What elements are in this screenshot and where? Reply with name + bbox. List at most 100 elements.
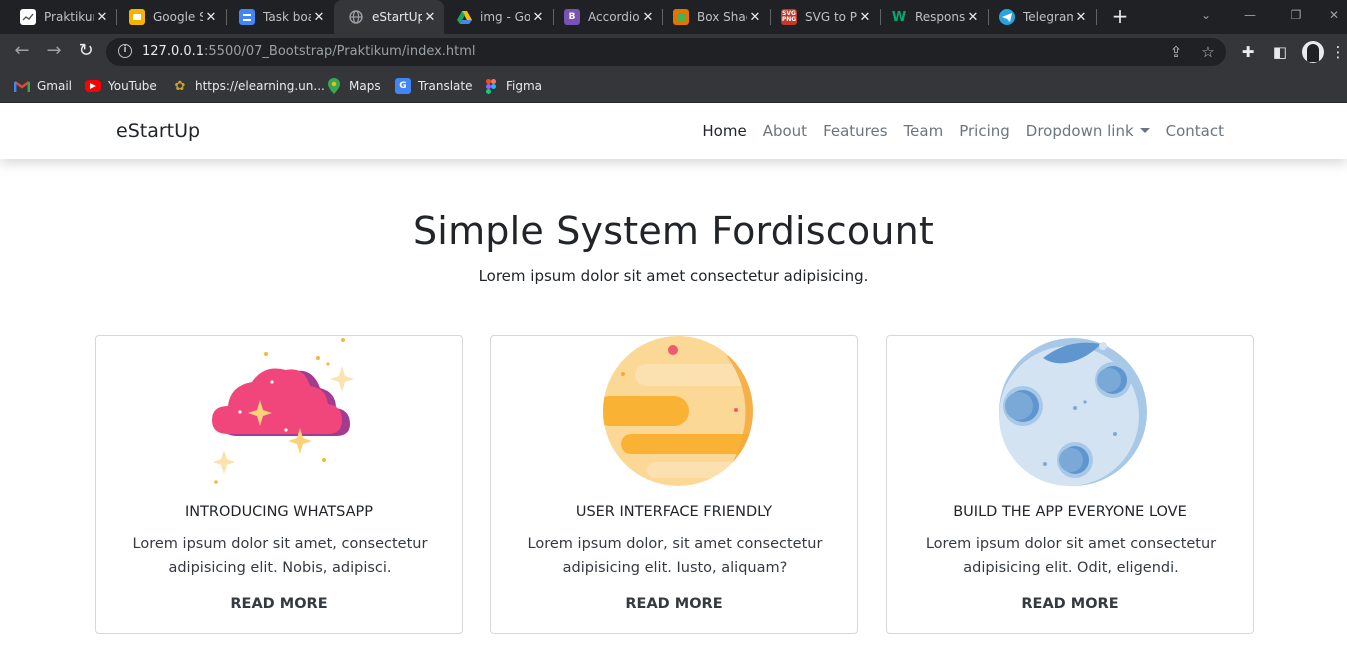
close-icon[interactable]: ✕	[965, 10, 981, 25]
tab-box-shadow[interactable]: Box Shadow ✕	[663, 0, 769, 34]
close-icon[interactable]: ✕	[422, 10, 438, 25]
card-title: BUILD THE APP EVERYONE LOVE	[953, 504, 1187, 520]
planet-illustration	[603, 336, 753, 486]
tab-estartup[interactable]: eStartUp ✕	[334, 0, 444, 34]
browser-toolbar: ← → ↻ i 127.0.0.1:5500/07_Bootstrap/Prak…	[0, 34, 1347, 70]
close-icon[interactable]: ✕	[857, 10, 873, 25]
side-panel-icon[interactable]: ◧	[1270, 42, 1290, 62]
translate-icon: G	[395, 78, 411, 94]
tab-title: Box Shadow	[697, 10, 747, 24]
bookmark-maps[interactable]: Maps	[326, 77, 381, 95]
tab-telegram[interactable]: Telegram ✕	[989, 0, 1095, 34]
moon-illustration	[999, 338, 1147, 486]
tab-task-board[interactable]: Task board ✕	[227, 0, 333, 34]
tab-title: Google Slides	[153, 10, 203, 24]
reload-icon[interactable]: ↻	[74, 40, 98, 64]
card-text: Lorem ipsum dolor sit amet, consectetur …	[132, 536, 428, 576]
close-window-icon[interactable]: ✕	[1324, 0, 1344, 34]
hero-title: Simple System Fordiscount	[412, 209, 934, 253]
close-icon[interactable]: ✕	[640, 10, 656, 25]
url-text[interactable]: 127.0.0.1:5500/07_Bootstrap/Praktikum/in…	[142, 44, 476, 59]
bookmark-figma[interactable]: Figma	[483, 77, 542, 95]
tab-responsive[interactable]: W Responsive ✕	[881, 0, 987, 34]
cloud-sparkle-illustration	[212, 338, 354, 484]
feature-card: BUILD THE APP EVERYONE LOVE Lorem ipsum …	[886, 335, 1254, 634]
profile-avatar[interactable]	[1302, 41, 1324, 63]
tab-strip: Praktikum ✕ Google Slides ✕ Task board ✕…	[0, 0, 1347, 34]
slides-favicon-icon	[129, 9, 145, 25]
read-more-button[interactable]: READ MORE	[96, 596, 462, 612]
forward-arrow-icon[interactable]: →	[42, 40, 66, 64]
tab-title: SVG to PNG	[805, 10, 857, 24]
restore-icon[interactable]: ❐	[1286, 0, 1306, 34]
globe-favicon-icon	[348, 9, 364, 25]
site-navbar: eStartUp Home About Features Team Pricin…	[0, 103, 1347, 159]
feature-card: USER INTERFACE FRIENDLY Lorem ipsum dolo…	[490, 335, 858, 634]
close-icon[interactable]: ✕	[530, 10, 546, 25]
site-info-icon[interactable]: i	[118, 44, 132, 58]
tab-accordion[interactable]: B Accordion ✕	[554, 0, 662, 34]
nav-home[interactable]: Home	[702, 122, 746, 140]
elearning-icon: ✿	[174, 78, 186, 94]
nav-pricing[interactable]: Pricing	[959, 122, 1010, 140]
gmail-icon	[14, 78, 30, 94]
menu-dots-icon[interactable]: ⋮	[1328, 42, 1347, 62]
close-icon[interactable]: ✕	[94, 10, 110, 25]
card-title: USER INTERFACE FRIENDLY	[575, 504, 773, 520]
tab-google-slides[interactable]: Google Slides ✕	[117, 0, 225, 34]
tab-title: Praktikum	[44, 10, 94, 24]
bookmark-elearning[interactable]: ✿ https://elearning.un...	[172, 77, 325, 95]
brand-logo[interactable]: eStartUp	[116, 120, 200, 142]
nav-dropdown[interactable]: Dropdown link	[1026, 122, 1150, 140]
nav-links: Home About Features Team Pricing Dropdow…	[686, 122, 1224, 140]
new-tab-button[interactable]: +	[1108, 5, 1132, 29]
bookmark-star-icon[interactable]: ☆	[1198, 42, 1218, 62]
youtube-icon	[85, 80, 101, 92]
tab-title: Responsive	[915, 10, 965, 24]
chart-favicon-icon	[20, 9, 36, 25]
tab-praktikum[interactable]: Praktikum ✕	[0, 0, 116, 34]
figma-icon	[483, 78, 499, 94]
bookmark-translate[interactable]: G Translate	[395, 77, 473, 95]
bookmarks-bar: Gmail YouTube ✿ https://elearning.un... …	[0, 70, 1347, 103]
bookmark-youtube[interactable]: YouTube	[85, 77, 157, 95]
card-title: INTRODUCING WHATSAPP	[184, 504, 374, 520]
svgpng-favicon-icon: SVG PNG	[781, 9, 797, 25]
nav-about[interactable]: About	[763, 122, 807, 140]
minimize-icon[interactable]: —	[1240, 0, 1260, 34]
nav-contact[interactable]: Contact	[1166, 122, 1224, 140]
hero-subtitle: Lorem ipsum dolor sit amet consectetur a…	[478, 267, 869, 285]
close-icon[interactable]: ✕	[203, 10, 219, 25]
back-arrow-icon[interactable]: ←	[10, 40, 34, 64]
telegram-favicon-icon	[999, 9, 1015, 25]
bootstrap-favicon-icon: B	[564, 9, 580, 25]
maps-icon	[326, 78, 342, 94]
tab-title: eStartUp	[372, 10, 422, 24]
nav-team[interactable]: Team	[904, 122, 944, 140]
read-more-button[interactable]: READ MORE	[887, 596, 1253, 612]
card-text: Lorem ipsum dolor, sit amet consectetur …	[527, 536, 823, 576]
tab-title: Accordion	[588, 10, 640, 24]
nav-features[interactable]: Features	[823, 122, 888, 140]
tab-title: Telegram	[1023, 10, 1073, 24]
nav-dropdown-label: Dropdown link	[1025, 122, 1134, 140]
share-icon[interactable]: ⇪	[1166, 42, 1186, 62]
tab-svg-to-png[interactable]: SVGPNG SVG to PNG ✕	[771, 0, 879, 34]
close-icon[interactable]: ✕	[311, 10, 327, 25]
tab-search-icon[interactable]: ⌄	[1196, 0, 1216, 34]
close-icon[interactable]: ✕	[747, 10, 763, 25]
bookmark-gmail[interactable]: Gmail	[14, 77, 72, 95]
tab-google-drive[interactable]: img - Google Drive ✕	[444, 0, 552, 34]
card-text: Lorem ipsum dolor sit amet consectetur a…	[925, 536, 1217, 576]
drive-favicon-icon	[456, 9, 472, 25]
docs-favicon-icon	[239, 9, 255, 25]
read-more-button[interactable]: READ MORE	[491, 596, 857, 612]
box-favicon-icon	[673, 9, 689, 25]
address-bar[interactable]: i 127.0.0.1:5500/07_Bootstrap/Praktikum/…	[106, 38, 1226, 66]
tab-title: Task board	[263, 10, 311, 24]
close-icon[interactable]: ✕	[1073, 10, 1089, 25]
feature-card: INTRODUCING WHATSAPP Lorem ipsum dolor s…	[95, 335, 463, 634]
extensions-icon[interactable]: ✚	[1238, 42, 1258, 62]
page-viewport: eStartUp Home About Features Team Pricin…	[0, 103, 1347, 671]
tab-title: img - Google Drive	[480, 10, 530, 24]
